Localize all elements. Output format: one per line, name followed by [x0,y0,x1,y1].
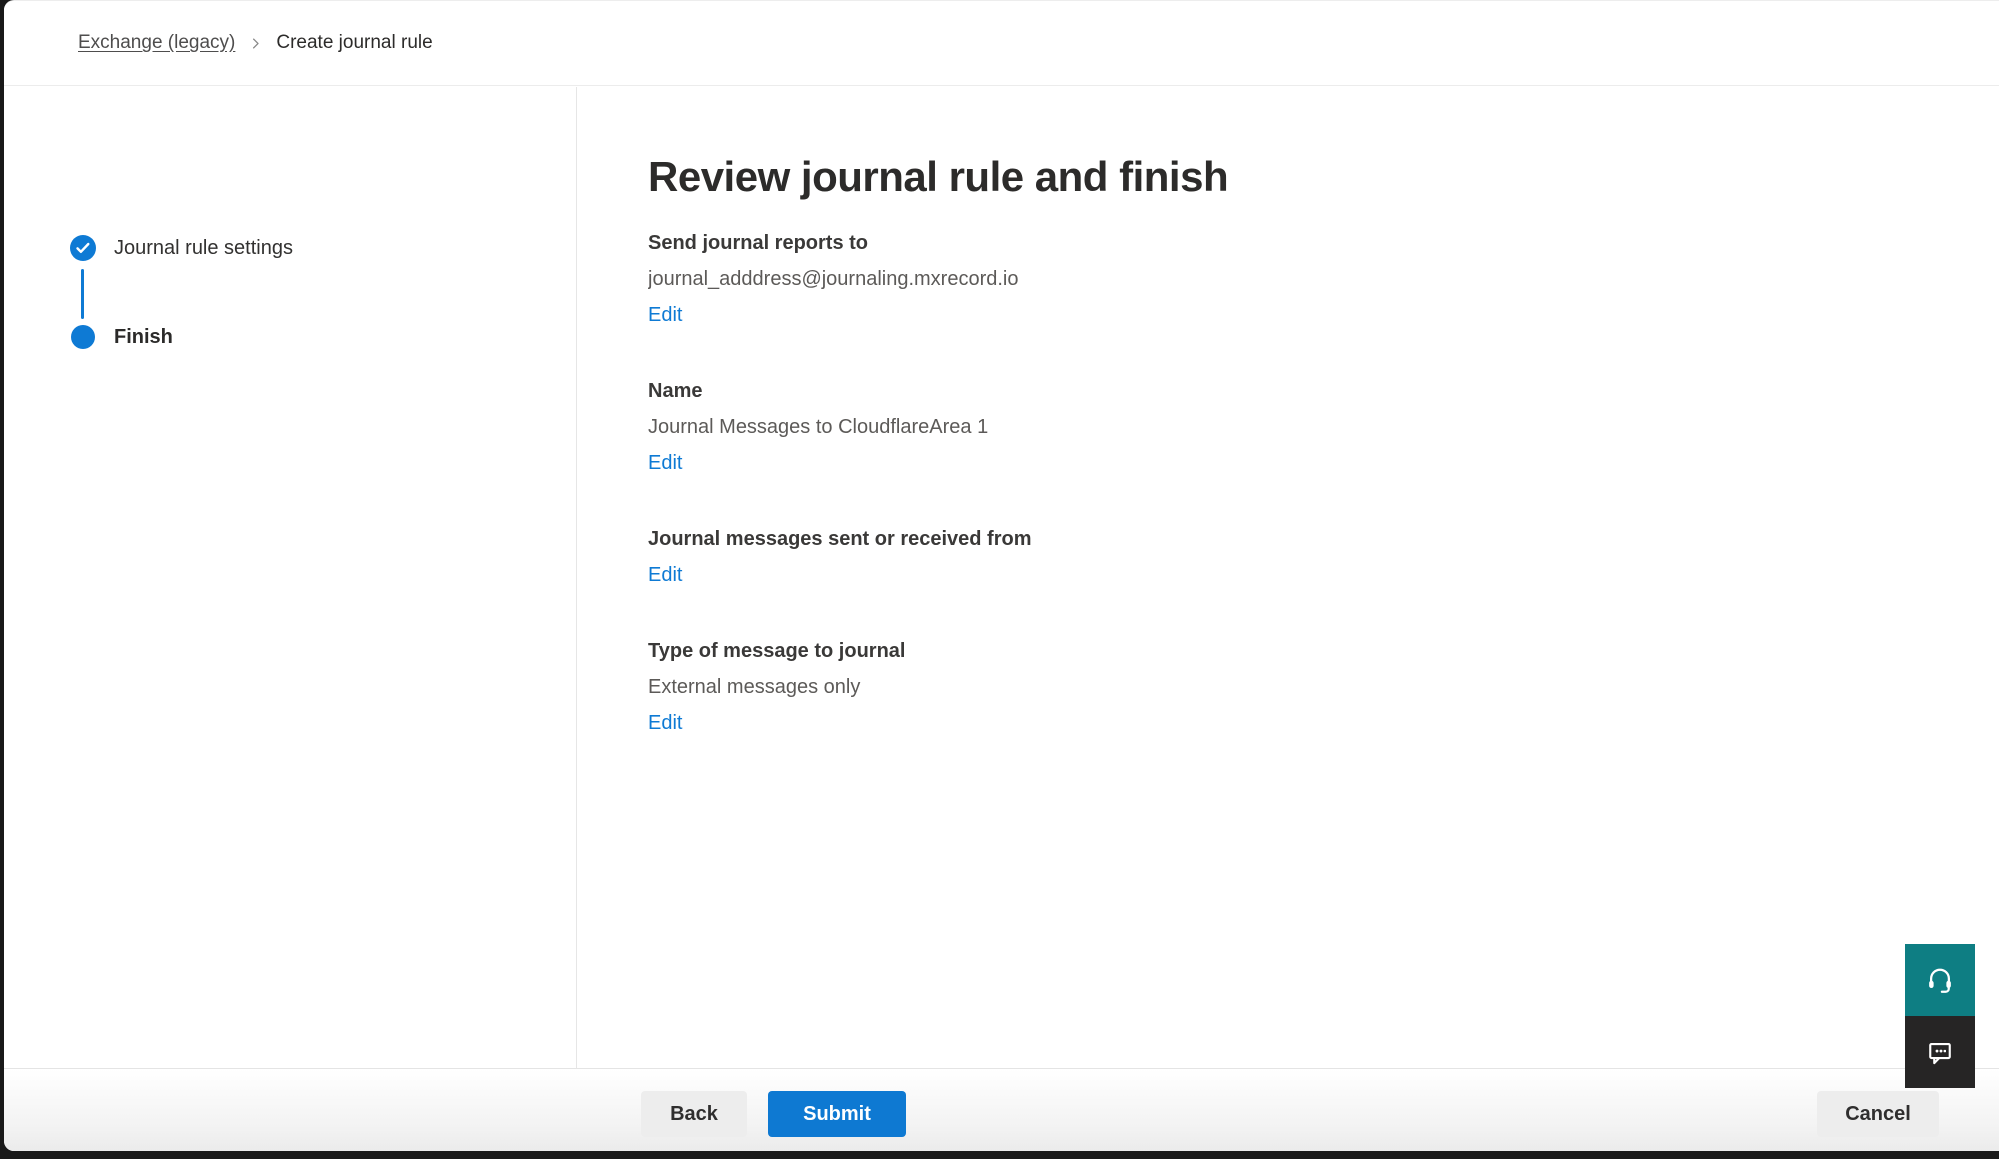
step-current-indicator [71,325,95,349]
wizard-stepper-panel: Journal rule settings Finish [4,87,577,1068]
edit-journal-scope-link[interactable]: Edit [648,561,682,589]
breadcrumb-exchange-legacy-link[interactable]: Exchange (legacy) [78,32,235,54]
edit-send-journal-reports-link[interactable]: Edit [648,301,682,329]
edit-name-link[interactable]: Edit [648,449,682,477]
section-send-journal-reports-to: Send journal reports to journal_adddress… [648,229,1999,337]
page-title: Review journal rule and finish [648,151,1999,203]
journal-report-address-value: journal_adddress@journaling.mxrecord.io [648,265,1999,293]
chat-icon [1925,1037,1955,1067]
stepper-connector-line [81,269,84,319]
step-completed-indicator [70,235,96,261]
chevron-right-icon [248,36,263,51]
section-heading: Name [648,377,1999,405]
edit-message-type-link[interactable]: Edit [648,709,682,737]
help-button[interactable] [1905,944,1975,1016]
cancel-button[interactable]: Cancel [1817,1091,1939,1137]
content-area: Journal rule settings Finish Review jour… [4,87,1999,1068]
rule-name-value: Journal Messages to CloudflareArea 1 [648,413,1999,441]
app-window: Exchange (legacy) Create journal rule Jo… [4,0,1999,1151]
check-icon [70,235,96,261]
message-type-value: External messages only [648,673,1999,701]
stepper-item-journal-rule-settings[interactable]: Journal rule settings [114,234,293,262]
review-pane: Review journal rule and finish Send jour… [648,87,1999,1068]
back-button[interactable]: Back [641,1091,747,1137]
section-heading: Journal messages sent or received from [648,525,1999,553]
section-heading: Send journal reports to [648,229,1999,257]
stepper-item-finish[interactable]: Finish [114,323,173,351]
breadcrumb-current-page: Create journal rule [276,32,432,54]
section-message-type: Type of message to journal External mess… [648,637,1999,745]
wizard-footer: Back Submit Cancel [4,1068,1999,1151]
floating-button-stack [1905,944,1975,1088]
section-heading: Type of message to journal [648,637,1999,665]
section-name: Name Journal Messages to CloudflareArea … [648,377,1999,485]
feedback-button[interactable] [1905,1016,1975,1088]
section-journal-messages-scope: Journal messages sent or received from E… [648,525,1999,597]
breadcrumb: Exchange (legacy) Create journal rule [4,1,1999,86]
submit-button[interactable]: Submit [768,1091,906,1137]
headset-icon [1925,965,1955,995]
